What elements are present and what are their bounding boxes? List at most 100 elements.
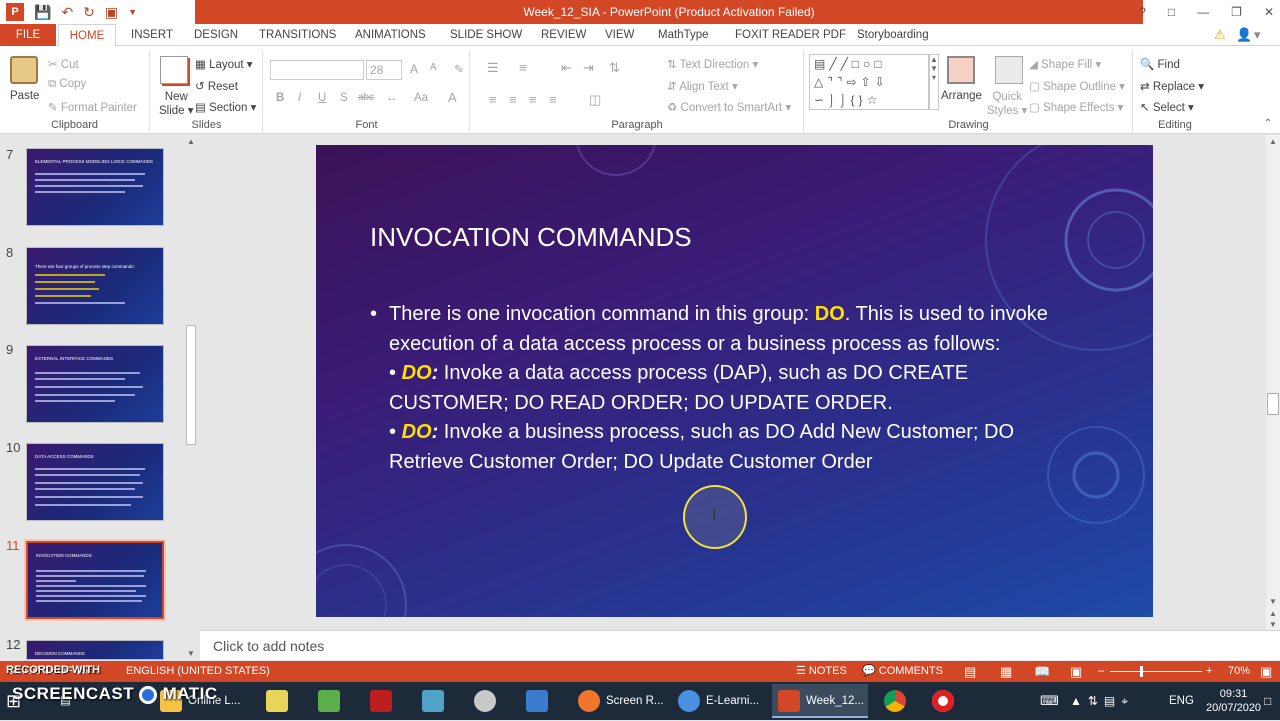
current-slide[interactable]: INVOCATION COMMANDS • There is one invoc… — [316, 145, 1153, 617]
zoom-in-button[interactable]: + — [1206, 661, 1212, 682]
taskbar-chrome[interactable] — [884, 684, 912, 718]
notes-button[interactable]: ☰ NOTES — [796, 661, 847, 682]
customize-qat-icon[interactable]: ▼ — [128, 2, 137, 22]
slide-show-icon[interactable]: ▣ — [1070, 661, 1082, 682]
strikethrough-button[interactable]: abc — [358, 92, 374, 103]
start-from-beginning-icon[interactable]: ▣ — [105, 2, 118, 22]
underline-button[interactable]: U — [318, 92, 326, 104]
tab-view[interactable]: VIEW — [605, 24, 634, 46]
thumbnail-scrollbar-thumb[interactable] — [186, 325, 196, 445]
tab-review[interactable]: REVIEW — [541, 24, 586, 46]
justify-icon[interactable]: ≡ — [549, 92, 557, 107]
shapes-gallery-scroll[interactable]: ▲ ▼ ▾ — [929, 54, 939, 110]
tab-mathtype[interactable]: MathType — [658, 24, 709, 46]
clear-formatting-icon[interactable]: ✎ — [454, 62, 464, 76]
new-slide-icon[interactable] — [160, 56, 188, 84]
copy-button[interactable]: ⧉ Copy — [48, 78, 86, 91]
tab-slide-show[interactable]: SLIDE SHOW — [450, 24, 522, 46]
arrange-icon[interactable] — [947, 56, 975, 84]
text-direction-button[interactable]: ⇅ Text Direction ▾ — [667, 57, 758, 71]
quick-styles-icon[interactable] — [995, 56, 1023, 84]
zoom-slider[interactable] — [1110, 671, 1202, 672]
reading-view-icon[interactable]: 📖 — [1034, 661, 1050, 682]
tab-foxit-reader-pdf[interactable]: FOXIT READER PDF — [735, 24, 846, 46]
tab-file[interactable]: FILE — [0, 24, 56, 46]
tab-insert[interactable]: INSERT — [131, 24, 173, 46]
bold-button[interactable]: B — [276, 92, 284, 104]
ribbon-display-icon[interactable]: □ — [1168, 2, 1175, 22]
italic-button[interactable]: I — [298, 92, 301, 104]
new-slide-button[interactable]: New Slide ▾ — [159, 90, 194, 118]
cut-button[interactable]: ✂ Cut — [48, 57, 79, 71]
taskbar-week-12[interactable]: Week_12... — [772, 684, 868, 718]
align-right-icon[interactable]: ≡ — [529, 92, 537, 107]
zoom-level[interactable]: 70% — [1228, 661, 1250, 682]
zoom-out-button[interactable]: – — [1098, 661, 1104, 682]
zoom-slider-thumb[interactable] — [1140, 666, 1143, 677]
character-spacing-icon[interactable]: ↔ — [386, 92, 398, 104]
slide-thumbnail-12[interactable]: DECISION COMMANDS — [26, 640, 164, 660]
decrease-font-icon[interactable]: A — [430, 62, 437, 73]
help-icon[interactable]: ? — [1139, 2, 1146, 22]
arrange-button[interactable]: Arrange — [941, 90, 982, 102]
font-color-button[interactable]: A — [448, 90, 457, 105]
columns-icon[interactable]: ◫ — [589, 92, 601, 108]
collapse-ribbon-icon[interactable]: ⌃ — [1264, 118, 1272, 129]
increase-indent-icon[interactable]: ⇥ — [583, 60, 594, 76]
align-center-icon[interactable]: ≡ — [509, 92, 517, 107]
replace-button[interactable]: ⇄ Replace ▾ — [1140, 79, 1204, 93]
tab-transitions[interactable]: TRANSITIONS — [259, 24, 336, 46]
bullets-icon[interactable]: ☰ — [487, 60, 499, 76]
thumbnail-scrollbar[interactable]: ▲ ▼ — [184, 135, 198, 660]
normal-view-icon[interactable]: ▤ — [964, 661, 976, 682]
tab-design[interactable]: DESIGN — [194, 24, 238, 46]
close-button[interactable]: ✕ — [1264, 2, 1274, 22]
taskbar-app-blue[interactable] — [422, 684, 450, 718]
decrease-indent-icon[interactable]: ⇤ — [561, 60, 572, 76]
slide-body-text[interactable]: • There is one invocation command in thi… — [370, 300, 1090, 477]
change-case-button[interactable]: Aa — [414, 92, 428, 104]
minimize-button[interactable]: — — [1197, 2, 1209, 22]
align-text-button[interactable]: ⇵ Align Text ▾ — [667, 79, 738, 93]
numbering-icon[interactable]: ≡ — [519, 60, 527, 75]
account-icon[interactable]: 👤 — [1236, 27, 1252, 43]
slide-title[interactable]: INVOCATION COMMANDS — [370, 222, 692, 253]
scroll-up-icon[interactable]: ▲ — [1269, 137, 1277, 146]
reset-button[interactable]: ↺ Reset — [195, 79, 238, 93]
font-size-field[interactable]: 28 — [366, 60, 402, 80]
taskbar-recorder[interactable] — [932, 684, 960, 718]
slide-scrollbar-thumb[interactable] — [1267, 393, 1279, 415]
slide-scrollbar[interactable]: ▲ ▼ ▲ ▼ — [1266, 135, 1280, 630]
quick-styles-button[interactable]: Quick Styles ▾ — [987, 90, 1027, 118]
fit-to-window-icon[interactable]: ▣ — [1260, 661, 1272, 682]
increase-font-icon[interactable]: A — [410, 62, 418, 76]
scroll-down-icon[interactable]: ▼ — [1269, 597, 1277, 606]
notifications-icon[interactable]: □ — [1264, 684, 1271, 718]
notes-placeholder[interactable]: Click to add notes — [213, 638, 324, 654]
format-painter-button[interactable]: ✎ Format Painter — [48, 100, 137, 114]
next-slide-icon[interactable]: ▼ — [1269, 620, 1277, 629]
tab-home[interactable]: HOME — [58, 24, 116, 47]
line-spacing-icon[interactable]: ⇅ — [609, 60, 620, 76]
comments-button[interactable]: 💬 COMMENTS — [862, 661, 943, 682]
slide-sorter-icon[interactable]: ▦ — [1000, 661, 1012, 682]
taskbar-app-tools[interactable] — [474, 684, 502, 718]
clock[interactable]: 09:31 20/07/2020 — [1206, 684, 1261, 718]
taskbar-app-pc[interactable] — [526, 684, 554, 718]
system-tray-icons[interactable]: ▲⇅▤⌖ — [1070, 684, 1134, 718]
select-button[interactable]: ↖ Select ▾ — [1140, 100, 1194, 114]
section-button[interactable]: ▤ Section ▾ — [195, 100, 256, 114]
align-left-icon[interactable]: ≡ — [489, 92, 497, 107]
language-indicator[interactable]: ENG — [1169, 684, 1194, 718]
find-button[interactable]: 🔍 Find — [1140, 57, 1180, 71]
language-status[interactable]: ENGLISH (UNITED STATES) — [126, 661, 270, 682]
slide-thumbnail-8[interactable]: There are four groups of process step co… — [26, 247, 164, 325]
scroll-down-icon[interactable]: ▼ — [187, 649, 195, 658]
convert-smartart-button[interactable]: ♻ Convert to SmartArt ▾ — [667, 100, 791, 114]
notes-pane[interactable]: Click to add notes — [200, 630, 1280, 660]
save-icon[interactable]: 💾 — [34, 2, 51, 22]
tab-storyboarding[interactable]: Storyboarding — [857, 24, 929, 46]
shape-outline-button[interactable]: ▢ Shape Outline ▾ — [1029, 79, 1125, 93]
paste-button[interactable]: Paste — [10, 90, 39, 102]
taskbar-filezilla[interactable] — [370, 684, 398, 718]
